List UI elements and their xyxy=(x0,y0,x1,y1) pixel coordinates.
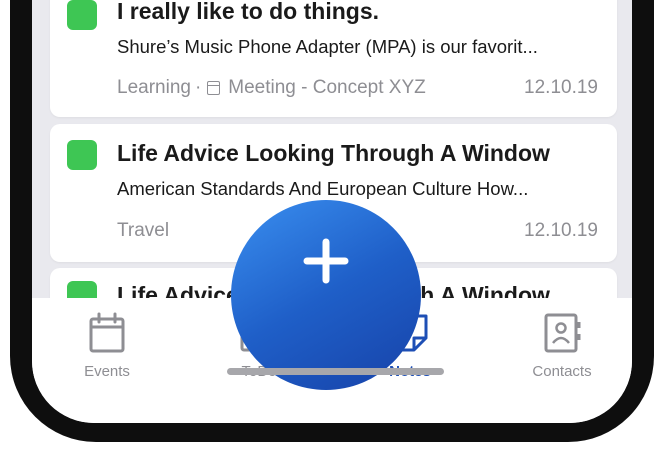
phone-screen: I really like to do things. Shure’s Musi… xyxy=(32,0,632,423)
note-date: 12.10.19 xyxy=(524,77,598,98)
note-category: Learning xyxy=(117,77,191,98)
note-meta: Learning · Meeting - Concept XYZ xyxy=(117,77,426,99)
meta-separator: · xyxy=(194,77,202,98)
tab-contacts[interactable]: Contacts xyxy=(497,312,627,380)
calendar-icon xyxy=(207,81,221,95)
note-meeting: Meeting - Concept XYZ xyxy=(228,77,426,98)
note-description: Shure’s Music Phone Adapter (MPA) is our… xyxy=(117,36,538,57)
tab-events[interactable]: Events xyxy=(42,312,172,380)
tab-label: Events xyxy=(84,363,130,380)
note-date: 12.10.19 xyxy=(524,220,598,241)
home-indicator xyxy=(227,368,444,375)
calendar-icon xyxy=(89,312,125,353)
note-color-tag xyxy=(67,140,97,170)
note-category: Travel xyxy=(117,220,170,241)
add-note-button[interactable] xyxy=(231,200,421,390)
note-color-tag xyxy=(67,0,97,30)
note-title: Life Advice Looking Through A Window xyxy=(117,140,550,166)
contacts-icon xyxy=(544,313,581,353)
plus-icon xyxy=(303,238,349,284)
note-description: American Standards And European Culture … xyxy=(117,178,529,199)
tab-label: Contacts xyxy=(532,363,592,380)
note-card[interactable]: I really like to do things. Shure’s Musi… xyxy=(50,0,617,117)
note-title: I really like to do things. xyxy=(117,0,379,24)
